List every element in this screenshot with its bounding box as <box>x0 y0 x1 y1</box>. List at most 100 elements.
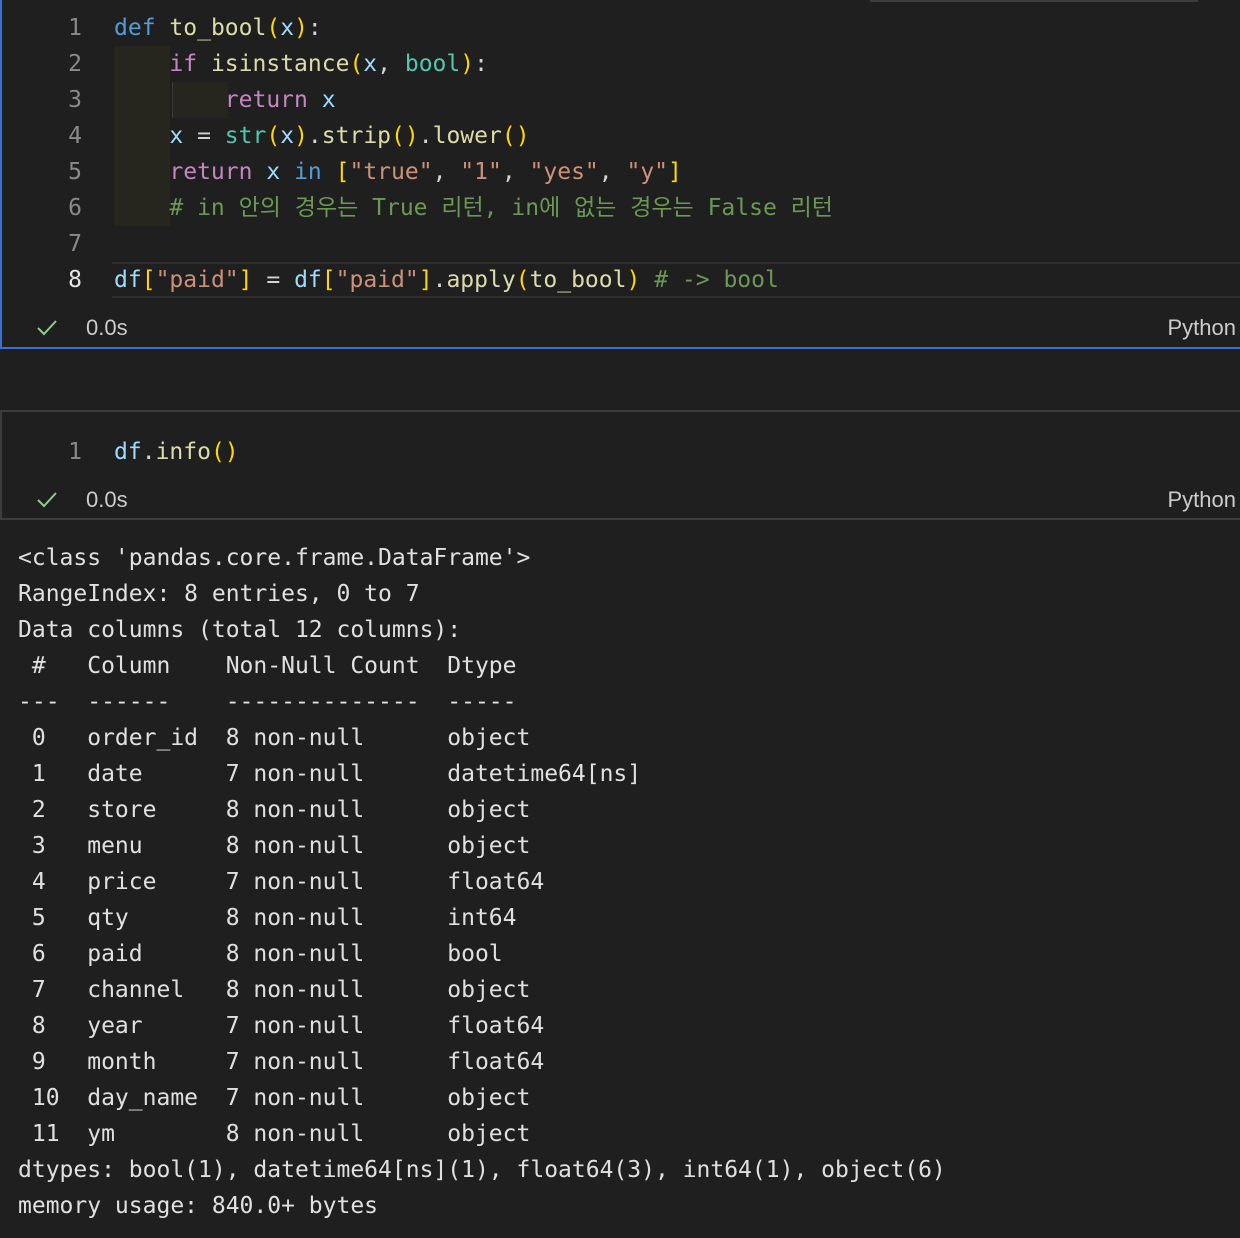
code-token: = <box>252 267 295 293</box>
code-token: x <box>169 123 184 149</box>
code-text: def to_bool(x): <box>114 10 322 46</box>
code-token: . <box>141 439 156 465</box>
code-token: # in 안의 경우는 True 리턴, in에 없는 경우는 False 리턴 <box>169 195 833 221</box>
code-token: return <box>169 159 253 185</box>
check-icon <box>37 492 57 508</box>
code-token: . <box>307 123 322 149</box>
code-cell-2[interactable]: 1 df.info() 0.0s Python <box>0 410 1240 520</box>
output-header-line: RangeIndex: 8 entries, 0 to 7 <box>18 581 420 607</box>
line-number: 8 <box>68 267 82 293</box>
output-table-row: 10 day_name 7 non-null object <box>18 1085 531 1111</box>
output-header-line: Data columns (total 12 columns): <box>18 617 462 643</box>
code-token: def <box>114 15 156 41</box>
check-icon <box>37 320 57 336</box>
output-header-line: --- ------ -------------- ----- <box>18 689 517 715</box>
kernel-language[interactable]: Python <box>1168 314 1237 342</box>
code-line[interactable]: 5 return x in ["true", "1", "yes", "y"] <box>2 154 1240 190</box>
output-table-row: 9 month 7 non-null float64 <box>18 1049 545 1075</box>
code-token: [ <box>321 267 336 293</box>
code-token: . <box>418 123 433 149</box>
code-token: "y" <box>626 159 669 185</box>
output-table-row: 5 qty 8 non-null int64 <box>18 905 517 931</box>
cell-toolbar-edge <box>870 0 1198 2</box>
code-token: ( <box>266 15 281 41</box>
code-token: isinstance <box>210 51 350 77</box>
kernel-language[interactable]: Python <box>1168 486 1237 514</box>
code-text: df.info() <box>114 434 239 470</box>
code-token: = <box>183 123 225 149</box>
code-token: , <box>501 159 530 185</box>
code-token: if <box>169 51 198 77</box>
code-line[interactable]: 3 return x <box>2 82 1240 118</box>
output-table-row: 7 channel 8 non-null object <box>18 977 531 1003</box>
code-token: , <box>432 159 461 185</box>
execution-time: 0.0s <box>86 487 128 512</box>
code-token: "1" <box>460 159 502 185</box>
output-table-row: 1 date 7 non-null datetime64[ns] <box>18 761 642 787</box>
code-token: info <box>155 439 211 465</box>
code-line[interactable]: 6 # in 안의 경우는 True 리턴, in에 없는 경우는 False … <box>2 190 1240 226</box>
code-line[interactable]: 2 if isinstance(x, bool): <box>2 46 1240 82</box>
code-text: if isinstance(x, bool): <box>114 46 488 82</box>
code-token: in <box>294 159 322 185</box>
code-token: () <box>391 123 419 149</box>
code-token: ( <box>515 267 530 293</box>
code-token: ) <box>460 51 475 77</box>
code-token: "yes" <box>529 159 599 185</box>
code-token: "true" <box>349 159 433 185</box>
line-number: 5 <box>68 159 82 185</box>
code-token: apply <box>446 267 516 293</box>
line-number: 7 <box>68 231 82 257</box>
code-token: str <box>224 123 267 149</box>
output-table-row: 2 store 8 non-null object <box>18 797 531 823</box>
line-number: 1 <box>68 15 82 41</box>
output-table-row: 3 menu 8 non-null object <box>18 833 531 859</box>
code-token: "paid" <box>155 267 239 293</box>
output-footer-line: memory usage: 840.0+ bytes <box>18 1193 379 1219</box>
output-table-row: 4 price 7 non-null float64 <box>18 869 545 895</box>
code-line[interactable]: 8 df["paid"] = df["paid"].apply(to_bool) … <box>2 262 1240 298</box>
line-number: 2 <box>68 51 82 77</box>
output-footer-line: dtypes: bool(1), datetime64[ns](1), floa… <box>18 1157 946 1183</box>
code-line[interactable]: 1 df.info() <box>2 434 1240 470</box>
code-token: ] <box>418 267 433 293</box>
code-token: ] <box>668 159 682 185</box>
code-text: df["paid"] = df["paid"].apply(to_bool) #… <box>114 262 779 298</box>
code-token: [ <box>335 159 350 185</box>
code-token: "paid" <box>335 267 419 293</box>
output-table-row: 8 year 7 non-null float64 <box>18 1013 545 1039</box>
code-token: # -> bool <box>654 267 779 293</box>
code-line[interactable]: 7 <box>2 226 1240 262</box>
code-line[interactable]: 1 def to_bool(x): <box>2 10 1240 46</box>
code-token: x <box>266 159 281 185</box>
code-token: ( <box>349 51 364 77</box>
code-token: x <box>321 87 336 113</box>
code-token: , <box>598 159 627 185</box>
execution-time: 0.0s <box>86 315 128 340</box>
code-token: x <box>280 15 295 41</box>
line-number: 1 <box>68 439 82 465</box>
code-cell-1[interactable]: 1 def to_bool(x): 2 if isinstance(x, bool)… <box>0 0 1240 349</box>
line-number: 3 <box>68 87 82 113</box>
cell-output: <class 'pandas.core.frame.DataFrame'> Ran… <box>18 540 1228 1224</box>
output-header-line: <class 'pandas.core.frame.DataFrame'> <box>18 545 531 571</box>
code-token: strip <box>321 123 392 149</box>
code-line[interactable]: 4 x = str(x).strip().lower() <box>2 118 1240 154</box>
line-number: 6 <box>68 195 82 221</box>
output-table-row: 6 paid 8 non-null bool <box>18 941 503 967</box>
code-token: bool <box>404 51 461 77</box>
code-text: return x in ["true", "1", "yes", "y"] <box>114 154 682 190</box>
code-token: x <box>363 51 378 77</box>
output-table-row: 11 ym 8 non-null object <box>18 1121 531 1147</box>
